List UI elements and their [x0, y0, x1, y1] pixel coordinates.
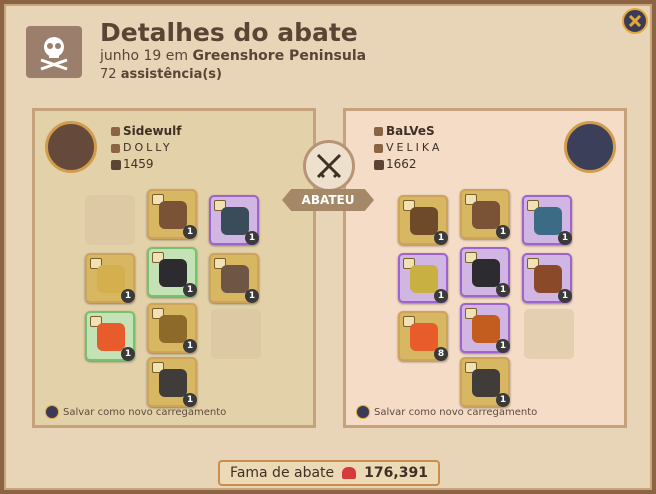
killer-slot-potion[interactable]: 1	[85, 311, 135, 361]
assist-label[interactable]: assistência(s)	[121, 67, 222, 82]
victim-save-loadout[interactable]: Salvar como novo carregamento	[356, 405, 537, 419]
save-loadout-label: Salvar como novo carregamento	[374, 406, 538, 418]
close-icon	[628, 14, 642, 28]
killer-item-power: 1459	[123, 157, 154, 171]
victim-slot-cape[interactable]: 1	[522, 195, 572, 245]
close-button[interactable]	[622, 8, 648, 34]
victim-slot-food-empty	[524, 309, 574, 359]
stack-count: 1	[121, 289, 135, 303]
save-loadout-label: Salvar como novo carregamento	[63, 406, 227, 418]
page-title: Detalhes do abate	[100, 18, 358, 47]
stack-count: 1	[183, 225, 197, 239]
victim-name[interactable]: BaLVeS	[386, 124, 435, 138]
save-loadout-icon	[45, 405, 59, 419]
guild-icon	[111, 143, 120, 153]
victim-slot-head[interactable]: 1	[460, 189, 510, 239]
kill-fame-value: 176,391	[364, 465, 428, 481]
killer-slot-bag-empty	[85, 195, 135, 245]
victim-guild[interactable]: VELIKA	[386, 141, 442, 154]
skull-crossbones-icon	[26, 26, 82, 78]
item-power-icon	[374, 159, 384, 170]
kill-fame-label: Fama de abate	[230, 465, 335, 481]
victim-slot-mainhand[interactable]: 1	[398, 253, 448, 303]
killer-slot-shoes[interactable]: 1	[147, 303, 197, 353]
guild-icon	[374, 143, 383, 153]
player-icon	[374, 127, 383, 136]
location-prefix: em	[165, 48, 189, 64]
victim-avatar[interactable]	[564, 121, 616, 173]
stack-count: 1	[558, 289, 572, 303]
stack-count: 1	[496, 283, 510, 297]
stack-count: 1	[245, 289, 259, 303]
crossed-swords-icon	[303, 140, 355, 192]
kill-fame-bar: Fama de abate 176,391	[218, 460, 440, 486]
killer-slot-cape[interactable]: 1	[209, 195, 259, 245]
killer-slot-mainhand[interactable]: 1	[85, 253, 135, 303]
killer-panel: Sidewulf DOLLY 1459 1 1 1 1 1 1 1 1 Salv…	[32, 108, 316, 428]
victim-slot-offhand[interactable]: 1	[522, 253, 572, 303]
stack-count: 1	[434, 289, 448, 303]
killer-slot-armor[interactable]: 1	[147, 247, 197, 297]
killer-guild[interactable]: DOLLY	[123, 141, 173, 154]
item-power-icon	[111, 159, 121, 170]
stack-count: 1	[183, 283, 197, 297]
killed-banner: ABATEU	[282, 189, 374, 211]
assist-count: 72 assistência(s)	[100, 67, 222, 82]
player-icon	[111, 127, 120, 136]
victim-slot-mount[interactable]: 1	[460, 357, 510, 407]
assist-number: 72	[100, 67, 117, 82]
stack-count: 1	[183, 339, 197, 353]
stack-count: 8	[434, 347, 448, 361]
killer-slot-food-empty	[211, 309, 261, 359]
victim-item-power: 1662	[386, 157, 417, 171]
killer-avatar[interactable]	[45, 121, 97, 173]
killer-slot-head[interactable]: 1	[147, 189, 197, 239]
victim-slot-bag[interactable]: 1	[398, 195, 448, 245]
stack-count: 1	[496, 339, 510, 353]
killer-slot-mount[interactable]: 1	[147, 357, 197, 407]
save-loadout-icon	[356, 405, 370, 419]
kill-date-location: junho 19 em Greenshore Peninsula	[100, 48, 366, 64]
victim-slot-armor[interactable]: 1	[460, 247, 510, 297]
victim-panel: BaLVeS VELIKA 1662 1 1 1 1 1 1 8 1 1 Sal…	[343, 108, 627, 428]
victim-slot-potion[interactable]: 8	[398, 311, 448, 361]
stack-count: 1	[496, 225, 510, 239]
killer-save-loadout[interactable]: Salvar como novo carregamento	[45, 405, 226, 419]
victim-slot-shoes[interactable]: 1	[460, 303, 510, 353]
kill-location: Greenshore Peninsula	[192, 48, 367, 64]
stack-count: 1	[245, 231, 259, 245]
fame-icon	[342, 467, 357, 479]
stack-count: 1	[558, 231, 572, 245]
killer-name[interactable]: Sidewulf	[123, 124, 181, 138]
killer-slot-offhand[interactable]: 1	[209, 253, 259, 303]
stack-count: 1	[121, 347, 135, 361]
stack-count: 1	[434, 231, 448, 245]
kill-date: junho 19	[100, 48, 162, 64]
